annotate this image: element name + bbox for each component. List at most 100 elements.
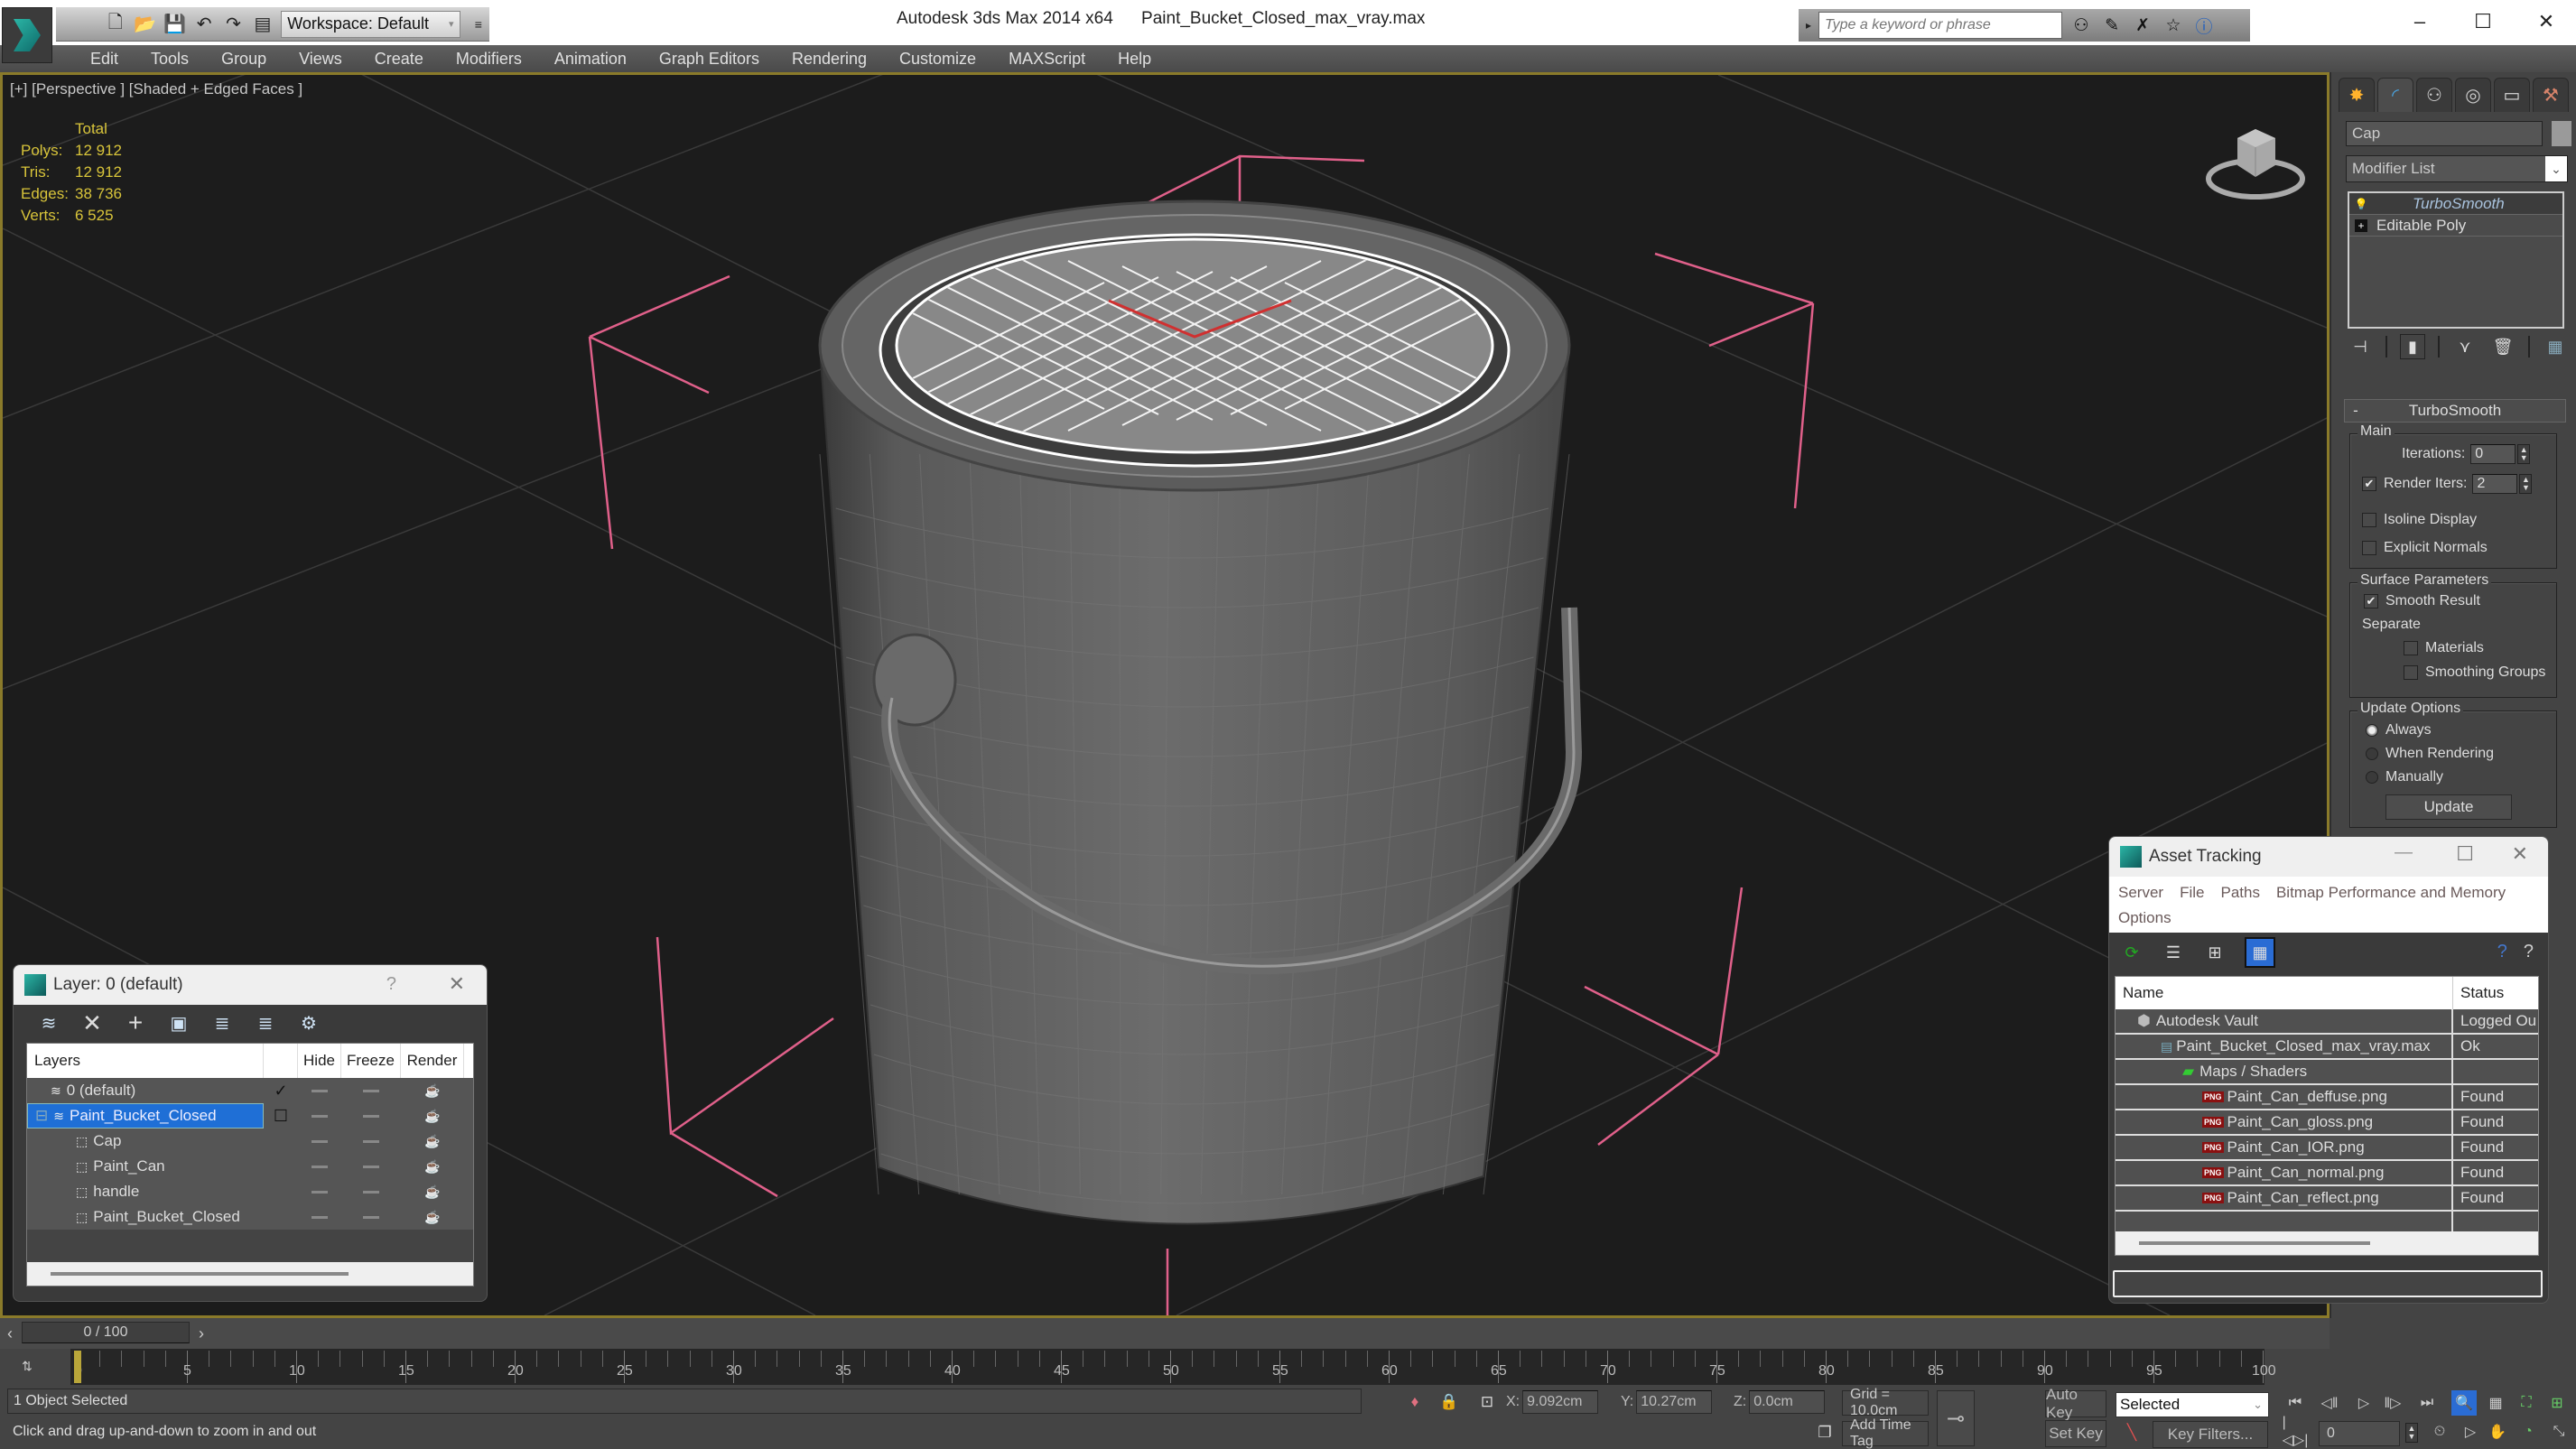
hide-toggle[interactable] [298, 1129, 341, 1154]
remove-modifier-icon[interactable]: 🗑 [2490, 334, 2516, 359]
zoom-extents-icon[interactable]: ⛶ [2514, 1390, 2539, 1416]
go-to-start-icon[interactable]: ⏮ [2283, 1390, 2308, 1416]
table-view-icon[interactable]: ▦ [2245, 937, 2275, 968]
object-color-swatch[interactable] [2552, 121, 2571, 146]
create-layer-icon[interactable]: ≋ [37, 1011, 60, 1035]
viewcube[interactable] [2201, 116, 2310, 206]
render-toggle[interactable]: ☕ [401, 1078, 464, 1103]
column-name[interactable]: Name [2116, 977, 2453, 1009]
lightbulb-icon[interactable]: 💡 [2355, 198, 2368, 210]
menu-views[interactable]: Views [283, 50, 358, 69]
select-objects-in-layer-icon[interactable]: ▣ [167, 1011, 191, 1035]
freeze-toggle[interactable] [341, 1204, 401, 1230]
update-button[interactable]: Update [2385, 794, 2512, 820]
make-unique-icon[interactable]: ⋎ [2452, 334, 2478, 359]
asset-menu-paths[interactable]: Paths [2220, 884, 2259, 901]
favorites-star-icon[interactable]: ☆ [2162, 14, 2185, 37]
asset-row[interactable]: PNG Paint_Can_gloss.png Found [2116, 1110, 2538, 1136]
current-frame-field[interactable]: 0 [2319, 1421, 2400, 1446]
update-option-always[interactable]: Always [2366, 722, 2432, 738]
save-file-icon[interactable]: 💾 [163, 13, 186, 36]
layer-dialog-titlebar[interactable]: Layer: 0 (default) ? ✕ [14, 965, 487, 1005]
render-iters-spinner[interactable]: 2 [2472, 474, 2518, 494]
hierarchy-tab-icon[interactable]: ⚇ [2416, 78, 2452, 112]
freeze-toggle[interactable] [341, 1078, 401, 1103]
close-button[interactable]: ✕ [2519, 5, 2573, 38]
menu-modifiers[interactable]: Modifiers [440, 50, 538, 69]
menu-customize[interactable]: Customize [883, 50, 992, 69]
column-hide[interactable]: Hide [298, 1044, 341, 1078]
paint-bucket-model[interactable] [743, 200, 1646, 1225]
rollout-header[interactable]: - TurboSmooth [2344, 399, 2566, 423]
list-view-icon[interactable]: ☰ [2162, 941, 2185, 964]
layer-properties-icon[interactable]: ⚙ [297, 1011, 321, 1035]
toolbar-overflow-icon[interactable]: ≡ [468, 13, 489, 36]
menu-help[interactable]: Help [1102, 50, 1167, 69]
asset-path-field[interactable] [2113, 1270, 2543, 1297]
spinner-arrows-icon[interactable]: ▲ ▼ [2517, 444, 2531, 464]
freeze-toggle[interactable] [341, 1179, 401, 1204]
modify-tab-icon[interactable]: ◜ [2377, 78, 2413, 112]
key-filters-button[interactable]: Key Filters... [2153, 1421, 2268, 1448]
stack-item-editable-poly[interactable]: + Editable Poly [2349, 215, 2562, 237]
explicit-normals-checkbox[interactable] [2362, 541, 2376, 555]
hide-toggle[interactable] [298, 1154, 341, 1179]
communication-icon[interactable]: ✎ [2100, 14, 2124, 37]
current-layer-toggle[interactable] [264, 1154, 298, 1179]
current-layer-toggle[interactable]: ☐ [264, 1103, 298, 1129]
scrollbar-thumb[interactable] [2139, 1241, 2370, 1245]
refresh-icon[interactable]: ⟳ [2120, 941, 2144, 964]
collapse-icon[interactable]: ⊟ [35, 1107, 48, 1125]
asset-row[interactable]: ▰ Maps / Shaders [2116, 1060, 2538, 1085]
set-key-icon[interactable]: ⊸ [1937, 1390, 1975, 1446]
add-to-layer-icon[interactable]: + [124, 1008, 147, 1036]
previous-key-icon[interactable]: ◁‖ [2317, 1390, 2342, 1416]
workspace-select[interactable]: Workspace: Default ▾ [281, 10, 460, 38]
maximize-button[interactable]: ☐ [2456, 5, 2510, 38]
hide-toggle[interactable] [298, 1204, 341, 1230]
current-layer-toggle[interactable] [264, 1179, 298, 1204]
asset-row[interactable]: ▤ Paint_Bucket_Closed_max_vray.max Ok [2116, 1035, 2538, 1060]
time-tag-icon[interactable]: ❐ [1815, 1423, 1835, 1443]
radio-button[interactable] [2366, 771, 2378, 784]
asset-dialog-titlebar[interactable]: Asset Tracking — ☐ ✕ [2109, 837, 2548, 877]
spinner-arrows-icon[interactable]: ▲ ▼ [2519, 474, 2533, 494]
current-layer-toggle[interactable] [264, 1204, 298, 1230]
maximize-viewport-icon[interactable]: ⤡ [2546, 1419, 2571, 1444]
exchange-icon[interactable]: ✗ [2131, 14, 2154, 37]
menu-maxscript[interactable]: MAXScript [992, 50, 1102, 69]
iterations-spinner[interactable]: 0 [2470, 444, 2516, 464]
help-icon[interactable]: ⓘ [2192, 14, 2216, 37]
horizontal-scrollbar[interactable] [27, 1262, 473, 1286]
context-help-icon[interactable]: ? [2524, 942, 2534, 962]
modifier-list-dropdown[interactable]: Modifier List ⌄ [2346, 155, 2568, 182]
help-button[interactable]: ? [386, 974, 396, 995]
expand-plus-icon[interactable]: + [2355, 218, 2367, 232]
application-menu-button[interactable] [2, 7, 52, 63]
menu-group[interactable]: Group [205, 50, 283, 69]
z-field[interactable]: 0.0cm [1749, 1390, 1826, 1414]
key-mode-select[interactable]: Selected ⌄ [2116, 1392, 2269, 1417]
smoothing-groups-checkbox[interactable] [2404, 665, 2418, 680]
object-name-field[interactable]: Cap [2346, 121, 2543, 146]
menu-tools[interactable]: Tools [135, 50, 205, 69]
stack-item-turbosmooth[interactable]: 💡 TurboSmooth [2349, 193, 2562, 215]
layer-row[interactable]: ⊟ ≋ Paint_Bucket_Closed ☐ ☕ [27, 1103, 473, 1129]
minimize-button[interactable]: – [2393, 5, 2447, 38]
materials-checkbox[interactable] [2404, 641, 2418, 655]
render-toggle[interactable]: ☕ [401, 1103, 464, 1129]
asset-row[interactable]: PNG Paint_Can_IOR.png Found [2116, 1136, 2538, 1161]
column-current[interactable] [264, 1044, 298, 1078]
current-frame-marker[interactable] [74, 1351, 81, 1383]
radio-button[interactable] [2366, 724, 2378, 737]
curve-editor-icon[interactable]: ⇅ [14, 1352, 40, 1379]
asset-row[interactable]: PNG Paint_Can_deffuse.png Found [2116, 1085, 2538, 1110]
set-key-button[interactable]: Set Key [2045, 1420, 2106, 1447]
current-layer-toggle[interactable]: ✓ [264, 1078, 298, 1103]
add-time-tag[interactable]: Add Time Tag [1842, 1417, 1929, 1449]
hide-toggle[interactable] [298, 1078, 341, 1103]
next-key-icon[interactable]: ‖▷ [2380, 1390, 2405, 1416]
close-button[interactable]: ✕ [2512, 842, 2528, 866]
configure-modifier-sets-icon[interactable]: ▦ [2543, 334, 2568, 359]
isolate-selection-icon[interactable]: ♦ [1405, 1392, 1425, 1412]
